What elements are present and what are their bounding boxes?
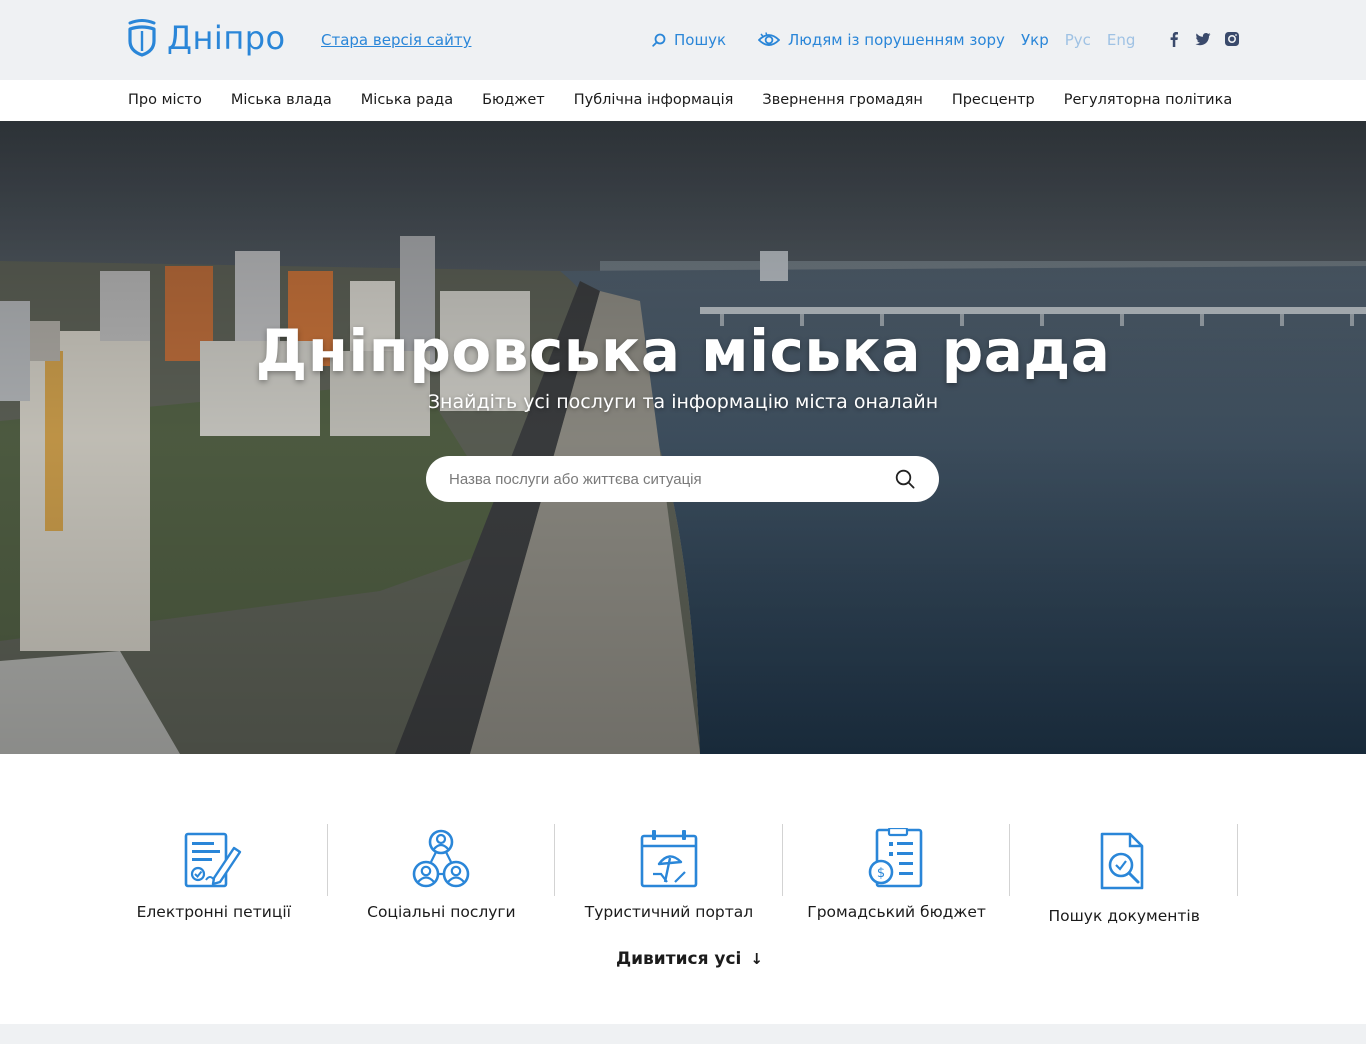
service-tourism-portal[interactable]: Туристичний портал xyxy=(555,824,783,924)
city-panorama-image xyxy=(0,121,1366,754)
service-label: Громадський бюджет xyxy=(807,903,986,921)
lang-eng[interactable]: Eng xyxy=(1107,31,1136,49)
twitter-icon[interactable] xyxy=(1195,31,1211,47)
nav-item-city-council[interactable]: Міська рада xyxy=(361,92,453,108)
language-switcher: Укр Рус Eng xyxy=(1021,31,1135,49)
service-search-input[interactable] xyxy=(449,470,869,488)
next-section-strip xyxy=(0,1024,1366,1044)
service-label: Соціальні послуги xyxy=(367,903,516,921)
search-icon xyxy=(652,33,666,47)
petition-icon xyxy=(184,832,241,888)
document-search-icon xyxy=(1100,832,1144,890)
accessibility-link[interactable]: Людям із порушенням зору xyxy=(758,31,1005,49)
search-link[interactable]: Пошук xyxy=(652,31,726,49)
arrow-down-icon: ↓ xyxy=(750,950,763,968)
hero-subtitle: Знайдіть усі послуги та інформацію міста… xyxy=(427,391,939,413)
search-link-label: Пошук xyxy=(674,31,727,49)
see-all-label: Дивитися усі xyxy=(616,949,742,969)
service-e-petitions[interactable]: Електронні петиції xyxy=(100,824,328,924)
budget-icon: $ xyxy=(868,828,922,888)
nav-item-budget[interactable]: Бюджет xyxy=(482,92,545,108)
facebook-icon[interactable] xyxy=(1166,31,1182,47)
service-label: Електронні петиції xyxy=(136,903,291,921)
tourism-icon xyxy=(640,830,698,888)
nav-item-public-info[interactable]: Публічна інформація xyxy=(574,92,734,108)
service-document-search[interactable]: Пошук документів xyxy=(1010,824,1238,925)
main-nav: Про місто Міська влада Міська рада Бюдже… xyxy=(0,80,1366,121)
social-services-icon xyxy=(413,829,470,888)
search-icon[interactable] xyxy=(895,469,915,489)
shield-logo-icon xyxy=(128,19,156,57)
divider xyxy=(1236,824,1238,896)
instagram-icon[interactable] xyxy=(1224,31,1240,47)
service-social-services[interactable]: Соціальні послуги xyxy=(328,824,556,924)
lang-ukr[interactable]: Укр xyxy=(1021,31,1049,49)
logo-text: Дніпро xyxy=(167,19,286,57)
hero-section: Дніпровська міська рада Знайдіть усі пос… xyxy=(0,121,1366,754)
top-header: Дніпро Стара версія сайту Пошук Людям із… xyxy=(0,0,1366,80)
hero-title: Дніпровська міська рада xyxy=(255,317,1111,385)
accessibility-link-label: Людям із порушенням зору xyxy=(788,31,1005,49)
nav-item-city-authority[interactable]: Міська влада xyxy=(231,92,332,108)
service-label: Пошук документів xyxy=(1048,907,1200,925)
service-label: Туристичний портал xyxy=(584,903,754,921)
lang-rus[interactable]: Рус xyxy=(1065,31,1091,49)
eye-icon xyxy=(758,32,780,46)
nav-item-regulatory-policy[interactable]: Регуляторна політика xyxy=(1064,92,1233,108)
see-all-services-button[interactable]: Дивитися усі ↓ xyxy=(616,949,763,969)
old-site-link[interactable]: Стара версія сайту xyxy=(321,31,471,49)
service-public-budget[interactable]: $ Громадський бюджет xyxy=(783,824,1011,924)
site-logo[interactable]: Дніпро xyxy=(127,19,286,57)
hero-search-box xyxy=(426,456,939,502)
social-links xyxy=(1166,31,1240,47)
nav-item-about-city[interactable]: Про місто xyxy=(128,92,202,108)
services-row: Електронні петиції Соціальні послуги Тур… xyxy=(100,824,1266,925)
nav-item-citizen-appeals[interactable]: Звернення громадян xyxy=(762,92,922,108)
nav-item-press-center[interactable]: Пресцентр xyxy=(952,92,1035,108)
svg-text:$: $ xyxy=(876,866,884,881)
